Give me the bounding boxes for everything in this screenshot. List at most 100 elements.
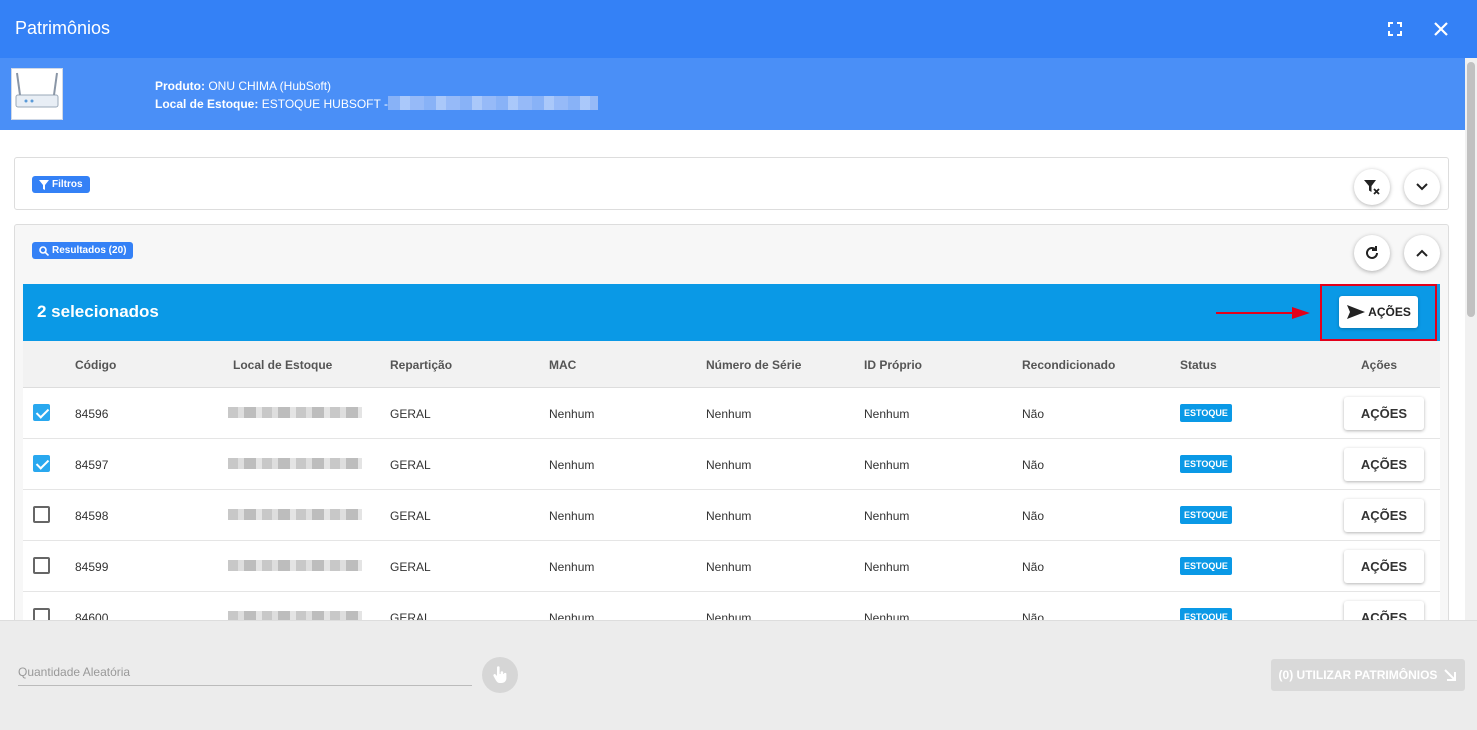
col-reparticao[interactable]: Repartição — [390, 358, 452, 372]
row-checkbox[interactable] — [33, 506, 50, 523]
cell-reparticao: GERAL — [390, 509, 431, 523]
results-table: Código Local de Estoque Repartição MAC N… — [23, 341, 1440, 620]
col-serie[interactable]: Número de Série — [706, 358, 801, 372]
col-local[interactable]: Local de Estoque — [233, 358, 332, 372]
local-value: ESTOQUE HUBSOFT - — [261, 97, 388, 111]
cell-mac: Nenhum — [549, 509, 595, 523]
results-chip: Resultados (20) — [32, 242, 134, 259]
collapse-results-button[interactable] — [1404, 235, 1440, 271]
close-icon[interactable] — [1428, 16, 1454, 42]
cell-serie: Nenhum — [706, 560, 752, 574]
filters-chip[interactable]: Filtros — [32, 176, 90, 193]
cell-mac: Nenhum — [549, 407, 595, 421]
table-header: Código Local de Estoque Repartição MAC N… — [23, 341, 1440, 388]
col-status[interactable]: Status — [1180, 358, 1217, 372]
hand-pointer-icon — [493, 666, 507, 683]
row-actions-button[interactable]: AÇÕES — [1344, 397, 1424, 430]
cell-serie: Nenhum — [706, 509, 752, 523]
cell-local-redacted — [228, 407, 362, 418]
cell-recondicionado: Não — [1022, 407, 1045, 421]
filter-clear-icon — [1364, 180, 1380, 195]
filter-icon — [39, 179, 49, 190]
cell-codigo: 84597 — [75, 458, 109, 472]
status-badge: ESTOQUE — [1180, 404, 1232, 422]
expand-icon[interactable] — [1382, 16, 1408, 42]
status-badge: ESTOQUE — [1180, 506, 1232, 524]
chevron-down-icon — [1416, 183, 1428, 191]
cell-local-redacted — [228, 458, 362, 469]
cell-recondicionado: Não — [1022, 509, 1045, 523]
cell-id: Nenhum — [864, 509, 910, 523]
cell-recondicionado: Não — [1022, 458, 1045, 472]
filters-label: Filtros — [52, 179, 83, 190]
cell-id: Nenhum — [864, 560, 910, 574]
row-checkbox[interactable] — [33, 608, 50, 620]
table-row: 84596 GERAL Nenhum Nenhum Nenhum Não ESTOQUE AÇ… — [23, 388, 1440, 439]
status-badge: ESTOQUE — [1180, 557, 1232, 575]
quantity-field[interactable] — [18, 659, 472, 686]
cell-reparticao: GERAL — [390, 407, 431, 421]
filters-panel: Filtros — [14, 157, 1449, 210]
produto-label: Produto: — [155, 79, 205, 93]
row-actions-button[interactable]: AÇÕES — [1344, 601, 1424, 620]
table-row: 84599 GERAL Nenhum Nenhum Nenhum Não ESTOQUE AÇ… — [23, 541, 1440, 592]
cell-id: Nenhum — [864, 611, 910, 620]
cell-recondicionado: Não — [1022, 611, 1045, 620]
cell-local-redacted — [228, 509, 362, 520]
cell-serie: Nenhum — [706, 458, 752, 472]
local-label: Local de Estoque: — [155, 97, 259, 111]
search-icon — [39, 245, 49, 256]
redacted-text — [387, 96, 598, 110]
product-info: Produto: ONU CHIMA (HubSoft) Local de Es… — [0, 58, 1465, 130]
modal-title: Patrimônios — [15, 18, 111, 38]
cell-serie: Nenhum — [706, 407, 752, 421]
quantity-input[interactable] — [18, 659, 472, 685]
clear-filter-button[interactable] — [1354, 169, 1390, 205]
row-actions-button[interactable]: AÇÕES — [1344, 499, 1424, 532]
stock-line: Local de Estoque: ESTOQUE HUBSOFT - — [155, 96, 598, 111]
cell-id: Nenhum — [864, 458, 910, 472]
cell-codigo: 84596 — [75, 407, 109, 421]
cell-mac: Nenhum — [549, 458, 595, 472]
chevron-up-icon — [1416, 249, 1428, 257]
highlight-box — [1320, 284, 1437, 341]
row-checkbox[interactable] — [33, 404, 50, 421]
refresh-icon — [1366, 246, 1378, 259]
row-actions-button[interactable]: AÇÕES — [1344, 448, 1424, 481]
cell-serie: Nenhum — [706, 611, 752, 620]
table-row: 84598 GERAL Nenhum Nenhum Nenhum Não ESTOQUE AÇ… — [23, 490, 1440, 541]
cell-mac: Nenhum — [549, 560, 595, 574]
col-mac[interactable]: MAC — [549, 358, 576, 372]
table-row: 84600 GERAL Nenhum Nenhum Nenhum Não ESTOQUE AÇ… — [23, 592, 1440, 620]
cell-mac: Nenhum — [549, 611, 595, 620]
col-recondicionado[interactable]: Recondicionado — [1022, 358, 1115, 372]
annotation-arrow-icon — [1216, 307, 1310, 319]
cell-reparticao: GERAL — [390, 611, 431, 620]
cell-local-redacted — [228, 560, 362, 571]
scrollbar-thumb[interactable] — [1467, 62, 1475, 317]
col-codigo[interactable]: Código — [75, 358, 116, 372]
use-assets-label: (0) UTILIZAR PATRIMÔNIOS — [1278, 668, 1438, 682]
status-badge: ESTOQUE — [1180, 455, 1232, 473]
modal-header: Patrimônios — [0, 0, 1477, 58]
cell-codigo: 84599 — [75, 560, 109, 574]
random-select-button[interactable] — [482, 657, 518, 693]
results-label: Resultados (20) — [52, 245, 127, 256]
col-acoes: Ações — [1361, 358, 1398, 372]
row-checkbox[interactable] — [33, 455, 50, 472]
cell-codigo: 84600 — [75, 611, 109, 620]
cell-id: Nenhum — [864, 407, 910, 421]
product-line: Produto: ONU CHIMA (HubSoft) — [155, 79, 331, 93]
col-id[interactable]: ID Próprio — [864, 358, 922, 372]
cell-codigo: 84598 — [75, 509, 109, 523]
product-image — [11, 68, 63, 120]
row-checkbox[interactable] — [33, 557, 50, 574]
modal-footer: (0) UTILIZAR PATRIMÔNIOS — [0, 620, 1477, 730]
expand-filters-button[interactable] — [1404, 169, 1440, 205]
cell-reparticao: GERAL — [390, 458, 431, 472]
use-assets-button[interactable]: (0) UTILIZAR PATRIMÔNIOS — [1271, 659, 1465, 691]
table-row: 84597 GERAL Nenhum Nenhum Nenhum Não ESTOQUE AÇ… — [23, 439, 1440, 490]
row-actions-button[interactable]: AÇÕES — [1344, 550, 1424, 583]
status-badge: ESTOQUE — [1180, 608, 1232, 620]
refresh-button[interactable] — [1354, 235, 1390, 271]
